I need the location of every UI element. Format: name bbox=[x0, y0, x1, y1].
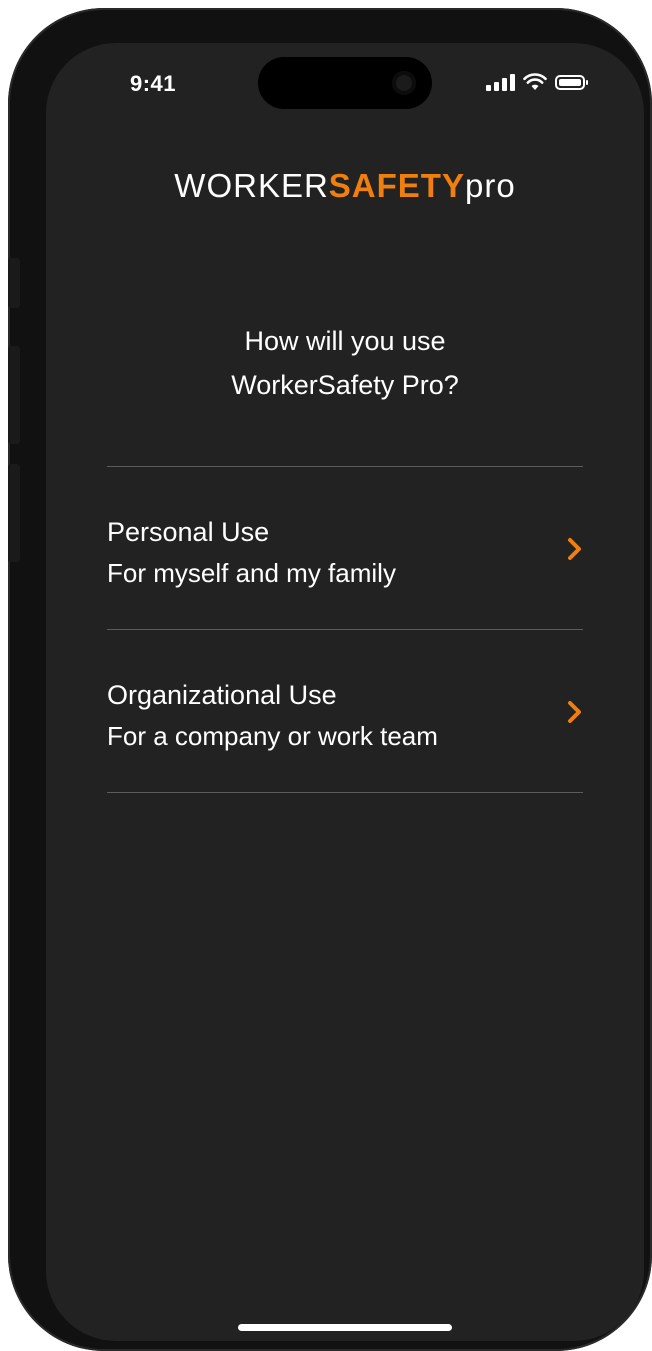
home-indicator[interactable] bbox=[238, 1324, 452, 1331]
battery-icon bbox=[555, 74, 588, 90]
status-icons bbox=[486, 73, 588, 91]
option-personal-use[interactable]: Personal Use For myself and my family bbox=[107, 467, 583, 629]
status-time: 9:41 bbox=[130, 71, 177, 96]
page-question: How will you use WorkerSafety Pro? bbox=[46, 319, 644, 407]
option-organizational-use[interactable]: Organizational Use For a company or work… bbox=[107, 630, 583, 792]
chevron-right-icon bbox=[568, 538, 581, 560]
option-subtitle: For myself and my family bbox=[107, 558, 396, 588]
dynamic-island bbox=[258, 57, 432, 109]
chevron-right-icon bbox=[568, 701, 581, 723]
question-line-2: WorkerSafety Pro? bbox=[231, 370, 459, 400]
phone-frame: 9:41 WORKERSAFETYpro How will you use Wo… bbox=[8, 8, 652, 1351]
option-title: Personal Use bbox=[107, 517, 270, 547]
logo-part-pro: pro bbox=[464, 167, 516, 204]
wifi-icon bbox=[523, 73, 547, 90]
question-line-1: How will you use bbox=[244, 326, 446, 356]
volume-down-button bbox=[8, 464, 20, 562]
action-button bbox=[8, 258, 20, 308]
cellular-signal-icon bbox=[486, 73, 515, 91]
camera-lens-icon bbox=[392, 71, 416, 95]
option-title: Organizational Use bbox=[107, 680, 337, 710]
app-logo: WORKERSAFETYpro bbox=[46, 167, 644, 205]
divider bbox=[107, 792, 583, 793]
logo-part-worker: WORKER bbox=[174, 167, 329, 204]
logo-part-safety: SAFETY bbox=[328, 167, 465, 204]
volume-up-button bbox=[8, 346, 20, 444]
app-screen: 9:41 WORKERSAFETYpro How will you use Wo… bbox=[46, 43, 644, 1341]
option-subtitle: For a company or work team bbox=[107, 721, 438, 751]
